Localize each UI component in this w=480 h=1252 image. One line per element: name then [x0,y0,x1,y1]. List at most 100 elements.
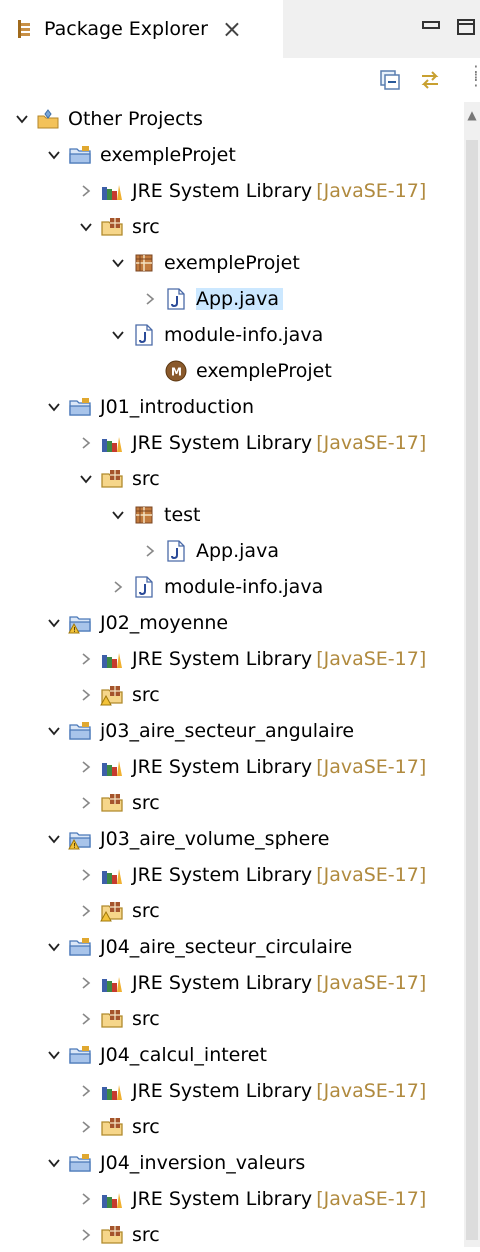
chevron-down-icon[interactable] [44,829,64,849]
chevron-right-icon[interactable] [76,757,96,777]
scroll-up-icon[interactable]: ▲ [464,108,480,122]
chevron-down-icon[interactable] [44,721,64,741]
tree-item[interactable]: src [76,894,160,928]
chevron-right-icon[interactable] [140,541,160,561]
chevron-right-icon[interactable] [76,1009,96,1029]
tree-item[interactable]: src [76,786,160,820]
tree-item-label: JRE System Library [132,648,313,670]
tree-item[interactable]: ! J03_aire_volume_sphere [44,822,329,856]
tree-item[interactable]: Other Projects [12,102,203,136]
tree-item[interactable]: src [76,210,160,244]
tree-item[interactable]: j03_aire_secteur_angulaire [44,714,354,748]
package-icon [132,251,156,275]
java-file-icon [164,539,188,563]
tree-item-label: module-info.java [164,576,324,598]
tree-item[interactable]: JRE System Library [JavaSE-17] [76,1182,426,1216]
tree-item-label: exempleProjet [196,360,332,382]
tree-item-decoration: [JavaSE-17] [316,864,427,886]
svg-text:!: ! [73,842,76,850]
library-icon [100,179,124,203]
chevron-down-icon[interactable] [44,397,64,417]
vertical-scrollbar[interactable]: ▲ [464,102,480,1247]
chevron-down-icon[interactable] [44,1045,64,1065]
tab-package-explorer[interactable]: Package Explorer × [0,0,283,58]
chevron-right-icon[interactable] [76,901,96,921]
chevron-right-icon[interactable] [76,973,96,993]
maximize-icon[interactable] [456,18,476,36]
minimize-icon[interactable] [422,18,440,36]
tree-item[interactable]: JRE System Library [JavaSE-17] [76,174,426,208]
tree-item[interactable]: ! J02_moyenne [44,606,228,640]
chevron-right-icon[interactable] [76,1189,96,1209]
tree-item[interactable]: J04_aire_secteur_circulaire [44,930,352,964]
collapse-all-icon[interactable] [378,68,402,92]
chevron-right-icon[interactable] [76,793,96,813]
source-folder-icon [100,1223,124,1247]
chevron-down-icon[interactable] [108,253,128,273]
chevron-down-icon[interactable] [76,469,96,489]
chevron-down-icon[interactable] [44,937,64,957]
tree-item[interactable]: JRE System Library [JavaSE-17] [76,1074,426,1108]
project-folder-icon [68,935,92,959]
chevron-down-icon[interactable] [44,145,64,165]
tree-item[interactable]: src [76,678,160,712]
chevron-right-icon[interactable] [76,181,96,201]
tree-item[interactable]: JRE System Library [JavaSE-17] [76,642,426,676]
project-folder-icon [68,1043,92,1067]
svg-text:!: ! [73,626,76,634]
tree-item[interactable]: exempleProjet [44,138,236,172]
tree-item[interactable]: src [76,1002,160,1036]
chevron-right-icon[interactable] [76,1081,96,1101]
tree-item[interactable]: J01_introduction [44,390,254,424]
tree-item[interactable]: src [76,1110,160,1144]
view-menu-icon[interactable]: ⋮ ⋮ [468,64,480,92]
tree-item-decoration: [JavaSE-17] [316,1188,427,1210]
tree-item-label: exempleProjet [100,144,236,166]
tree-item-decoration: [JavaSE-17] [316,648,427,670]
tree-item[interactable]: J04_inversion_valeurs [44,1146,305,1180]
tree-item-label: JRE System Library [132,1188,313,1210]
link-with-editor-icon[interactable] [418,68,442,92]
chevron-right-icon[interactable] [76,1117,96,1137]
chevron-right-icon[interactable] [76,1225,96,1245]
chevron-right-icon[interactable] [76,865,96,885]
source-folder-icon [100,1115,124,1139]
tree-item-decoration: [JavaSE-17] [316,432,427,454]
tree-item[interactable]: JRE System Library [JavaSE-17] [76,966,426,1000]
chevron-right-icon[interactable] [140,289,160,309]
tree-item[interactable]: src [76,462,160,496]
chevron-right-icon[interactable] [108,577,128,597]
chevron-down-icon[interactable] [108,325,128,345]
chevron-down-icon[interactable] [44,1153,64,1173]
chevron-down-icon[interactable] [12,109,32,129]
tree-item-label: j03_aire_secteur_angulaire [100,720,355,742]
tree-item-label: src [132,1116,160,1138]
tree-item-label: J04_inversion_valeurs [100,1152,306,1174]
tree-item[interactable]: JRE System Library [JavaSE-17] [76,426,426,460]
tree-item-label: module-info.java [164,324,324,346]
tree-item[interactable]: JRE System Library [JavaSE-17] [76,858,426,892]
chevron-right-icon[interactable] [76,685,96,705]
tree-item[interactable]: test [108,498,201,532]
chevron-right-icon[interactable] [76,433,96,453]
chevron-down-icon[interactable] [76,217,96,237]
tree-item[interactable]: exempleProjet [108,246,300,280]
tree-item[interactable]: J04_calcul_interet [44,1038,267,1072]
chevron-right-icon[interactable] [76,649,96,669]
source-folder-icon [100,1007,124,1031]
tree-item[interactable]: JRE System Library [JavaSE-17] [76,750,426,784]
tree-item[interactable]: module-info.java [108,570,323,604]
tree-item-label: src [132,1008,160,1030]
scroll-thumb[interactable] [466,140,478,1240]
close-icon[interactable]: × [222,17,242,41]
tree-item[interactable]: App.java [140,282,283,316]
tree-item[interactable]: MexempleProjet [140,354,332,388]
module-icon: M [164,359,188,383]
source-folder-icon [100,791,124,815]
tree-item[interactable]: module-info.java [108,318,323,352]
chevron-down-icon[interactable] [44,613,64,633]
tree-item[interactable]: App.java [140,534,279,568]
view-header: Package Explorer × [0,0,480,58]
chevron-down-icon[interactable] [108,505,128,525]
